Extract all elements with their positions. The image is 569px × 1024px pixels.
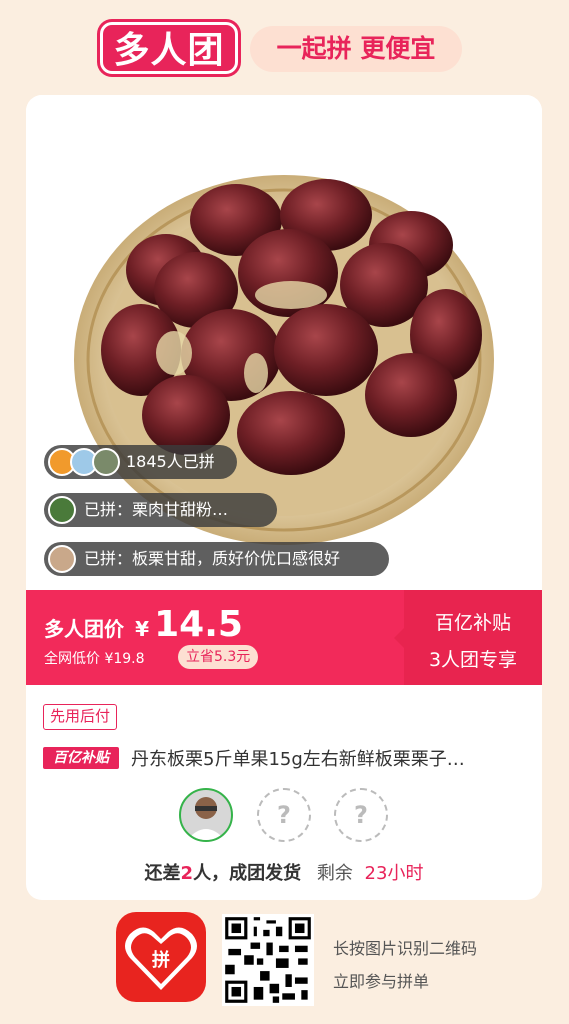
qr-code[interactable]	[222, 914, 314, 1006]
empty-member-slot: ?	[257, 788, 311, 842]
product-title[interactable]: 丹东板栗5斤单果15g左右新鲜板栗栗子…	[131, 745, 531, 771]
app-icon-text: 拼	[152, 950, 170, 971]
slogan-badge: 一起拼 更便宜	[250, 26, 462, 72]
price-label: 多人团价	[44, 617, 124, 641]
saving-badge: 立省5.3元	[178, 645, 259, 669]
review-pill: 已拼：板栗甘甜，质好价优口感很好	[44, 542, 389, 576]
subsidy-line-1: 百亿补贴	[434, 612, 511, 634]
review-text: 已拼：板栗甘甜，质好价优口感很好	[84, 549, 341, 568]
user-icon	[187, 797, 225, 840]
remaining-label: 剩余	[316, 863, 353, 884]
avatar	[92, 448, 120, 476]
qr-hint-line-2: 立即参与拼单	[333, 972, 430, 991]
missing-count: 2	[180, 863, 194, 884]
avatar	[48, 496, 76, 524]
app-logo-icon: 拼	[116, 912, 206, 1002]
qr-hint-line-1: 长按图片识别二维码	[333, 939, 478, 958]
review-pill: 已拼：栗肉甘甜粉…	[44, 493, 277, 527]
member-avatar	[179, 788, 233, 842]
original-price: 全网低价 ¥19.8	[44, 651, 145, 667]
joined-count-pill: 1845人已拼	[44, 445, 237, 479]
product-card[interactable]: 1845人已拼 已拼：栗肉甘甜粉… 已拼：板栗甘甜，质好价优口感很好 多人团价 …	[26, 95, 542, 900]
header: 多人团 一起拼 更便宜	[0, 0, 569, 90]
remaining-time: 23小时	[364, 863, 424, 884]
currency-symbol: ¥	[135, 617, 150, 641]
status-prefix: 还差	[144, 863, 181, 884]
price-label-row: 多人团价 ¥ 14.5	[44, 604, 243, 645]
price-value: 14.5	[154, 604, 243, 645]
joined-count-text: 1845人已拼	[126, 452, 215, 471]
review-text: 已拼：栗肉甘甜粉…	[84, 500, 229, 519]
avatar	[48, 545, 76, 573]
subsidy-tag: 百亿补贴	[43, 747, 119, 769]
subsidy-line-2: 3人团专享	[428, 649, 518, 671]
empty-member-slot: ?	[334, 788, 388, 842]
price-bar: 多人团价 ¥ 14.5 全网低价 ¥19.8 立省5.3元 百亿补贴 3人团专享	[26, 590, 542, 685]
pay-later-tag: 先用后付	[43, 704, 118, 730]
group-status: 还差2人，成团发货 剩余 23小时	[26, 859, 542, 885]
subsidy-box: 百亿补贴 3人团专享	[394, 590, 542, 685]
status-middle: 人，成团发货	[193, 863, 302, 884]
page-title: 多人团	[100, 22, 238, 74]
